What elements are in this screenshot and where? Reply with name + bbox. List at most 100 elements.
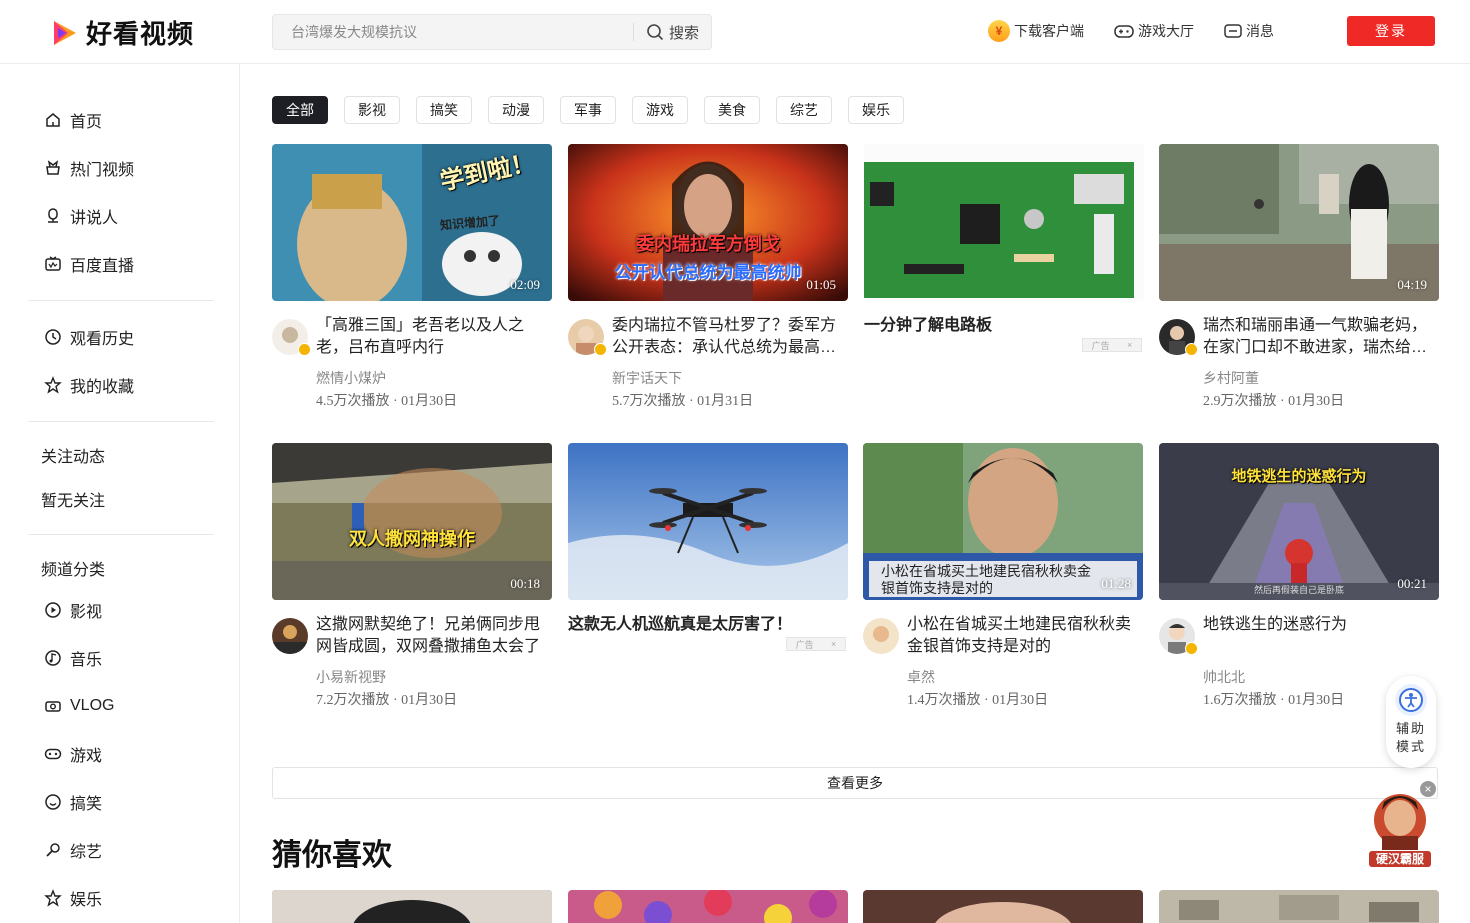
sidebar-item-film[interactable]: 影视 — [44, 598, 102, 622]
chip-food[interactable]: 美食 — [704, 96, 760, 124]
video-thumbnail[interactable] — [1159, 890, 1439, 923]
video-thumbnail[interactable]: 学到啦！ 知识增加了 02:09 — [272, 144, 552, 301]
video-thumbnail[interactable]: 04:19 — [1159, 144, 1439, 301]
site-logo[interactable]: 好看视频 — [48, 14, 194, 51]
sidebar-item-vlog[interactable]: VLOG — [44, 694, 114, 718]
clock-icon — [45, 329, 61, 345]
video-title[interactable]: 「高雅三国」老吾老以及人之老，吕布直呼内行 — [316, 315, 548, 359]
accessibility-icon — [1395, 684, 1427, 716]
video-author[interactable]: 小易新视野 — [316, 667, 386, 687]
sidebar-item-label: 娱乐 — [70, 892, 103, 909]
login-button[interactable]: 登录 — [1347, 16, 1435, 46]
chip-anime[interactable]: 动漫 — [488, 96, 544, 124]
video-thumbnail[interactable] — [568, 890, 848, 923]
sidebar-item-entertainment[interactable]: 娱乐 — [44, 886, 102, 910]
video-thumbnail[interactable]: 小松在省城买土地建民宿秋秋卖金 银首饰支持是对的 01:28 — [863, 443, 1143, 600]
sidebar-item-history[interactable]: 观看历史 — [44, 325, 134, 349]
assist-mode-button[interactable]: 辅助 模式 — [1386, 676, 1436, 768]
smile-icon — [45, 794, 61, 810]
chip-all[interactable]: 全部 — [272, 96, 328, 124]
chip-military[interactable]: 军事 — [560, 96, 616, 124]
sidebar-item-label: 搞笑 — [70, 796, 103, 813]
video-author[interactable]: 乡村阿董 — [1203, 368, 1259, 388]
top-header: 好看视频 搜索 ¥ 下载客户端 游戏大厅 消息 登录 — [0, 0, 1470, 64]
sidebar-item-variety[interactable]: 综艺 — [44, 838, 102, 862]
video-title[interactable]: 这撒网默契绝了！兄弟俩同步甩网皆成圆，双网叠撒捕鱼太会了 — [316, 614, 548, 658]
video-title[interactable]: 地铁逃生的迷惑行为 — [1203, 614, 1435, 636]
microphone-icon — [46, 843, 60, 857]
chip-funny[interactable]: 搞笑 — [416, 96, 472, 124]
thumbnail-caption-line: 小松在省城买土地建民宿秋秋卖金 — [881, 563, 1091, 579]
close-icon[interactable]: × — [1420, 781, 1436, 797]
video-thumbnail[interactable] — [272, 890, 552, 923]
sidebar-item-music[interactable]: 音乐 — [44, 646, 102, 670]
download-client-link[interactable]: ¥ 下载客户端 — [988, 20, 1084, 42]
video-duration: 00:18 — [510, 576, 540, 591]
sidebar-item-game[interactable]: 游戏 — [44, 742, 102, 766]
ad-title[interactable]: 一分钟了解电路板 — [864, 315, 1134, 337]
chip-game[interactable]: 游戏 — [632, 96, 688, 124]
category-chips: 全部 影视 搞笑 动漫 军事 游戏 美食 综艺 娱乐 — [272, 96, 904, 124]
game-ad-label: 硬汉霸服 — [1369, 851, 1431, 867]
sidebar-item-home[interactable]: 首页 — [44, 108, 102, 132]
video-duration: 02:09 — [510, 277, 540, 292]
video-author[interactable]: 卓然 — [907, 667, 935, 687]
search-input[interactable] — [273, 15, 633, 49]
sidebar-item-label: VLOG — [70, 697, 115, 714]
verified-badge-icon — [1185, 642, 1198, 655]
video-title[interactable]: 委内瑞拉不管马杜罗了？委军方公开表态：承认代总统为最高统帅 — [612, 315, 844, 359]
gamepad-icon — [44, 748, 62, 760]
ad-thumbnail[interactable] — [864, 144, 1144, 301]
video-title[interactable]: 小松在省城买土地建民宿秋秋卖金银首饰支持是对的 — [907, 614, 1139, 658]
avatar[interactable] — [863, 618, 899, 654]
sidebar-item-funny[interactable]: 搞笑 — [44, 790, 102, 814]
messages-link[interactable]: 消息 — [1224, 21, 1274, 41]
sidebar-item-favorites[interactable]: 我的收藏 — [44, 373, 134, 397]
chip-variety[interactable]: 综艺 — [776, 96, 832, 124]
sidebar-item-label: 热门视频 — [70, 162, 135, 179]
video-thumbnail[interactable] — [863, 890, 1143, 923]
ad-close-icon[interactable]: × — [1127, 340, 1132, 350]
video-title[interactable]: 瑞杰和瑞丽串通一气欺骗老妈，在家门口却不敢进家，瑞杰给老妈道歉 — [1203, 315, 1435, 359]
chip-film[interactable]: 影视 — [344, 96, 400, 124]
sidebar-item-live[interactable]: 百度直播 — [44, 252, 134, 276]
sidebar-item-label: 影视 — [70, 604, 103, 621]
ad-thumbnail[interactable] — [568, 443, 848, 600]
home-icon — [46, 113, 60, 127]
verified-badge-icon — [594, 343, 607, 356]
ad-badge[interactable]: 广告 × — [1082, 338, 1142, 352]
assist-mode-label-line: 辅助 — [1395, 721, 1426, 736]
sidebar-item-speaker[interactable]: 讲说人 — [44, 204, 118, 228]
video-meta: 7.2万次播放 · 01月30日 — [316, 693, 458, 708]
video-author[interactable]: 新宇话天下 — [612, 368, 682, 388]
music-note-icon — [45, 650, 61, 666]
verified-badge-icon — [1185, 343, 1198, 356]
video-author[interactable]: 帅北北 — [1203, 667, 1245, 687]
avatar[interactable] — [272, 618, 308, 654]
sidebar-item-hot[interactable]: 热门视频 — [44, 156, 134, 180]
chip-entertainment[interactable]: 娱乐 — [848, 96, 904, 124]
sidebar-item-label: 百度直播 — [70, 258, 135, 275]
ad-title[interactable]: 这款无人机巡航真是太厉害了！ — [568, 614, 838, 636]
star-icon — [44, 376, 62, 394]
video-meta: 1.6万次播放 · 01月30日 — [1203, 693, 1345, 708]
game-hall-link[interactable]: 游戏大厅 — [1114, 21, 1194, 41]
video-thumbnail[interactable]: 地铁逃生的迷惑行为 然后再假装自己是卧底 00:21 — [1159, 443, 1439, 600]
video-thumbnail[interactable]: 委内瑞拉军方倒戈 公开认代总统为最高统帅 01:05 — [568, 144, 848, 301]
video-meta: 2.9万次播放 · 01月30日 — [1203, 394, 1345, 409]
sidebar-divider — [28, 421, 214, 422]
follow-section-title[interactable]: 关注动态 — [41, 443, 105, 467]
ad-badge[interactable]: 广告 × — [786, 637, 846, 651]
load-more-button[interactable]: 查看更多 — [272, 767, 1438, 799]
header-actions: ¥ 下载客户端 游戏大厅 消息 — [988, 20, 1274, 42]
ad-close-icon[interactable]: × — [831, 639, 836, 649]
video-duration: 04:19 — [1397, 277, 1427, 292]
sidebar-divider — [28, 300, 214, 301]
video-duration: 01:28 — [1101, 576, 1131, 591]
search-button[interactable]: 搜索 — [634, 15, 711, 49]
ad-label: 广告 — [1091, 340, 1110, 351]
video-author[interactable]: 燃情小煤炉 — [316, 368, 386, 388]
search-button-label: 搜索 — [668, 24, 699, 42]
sidebar-item-label: 讲说人 — [70, 210, 119, 227]
video-thumbnail[interactable]: 双人撒网神操作 00:18 — [272, 443, 552, 600]
